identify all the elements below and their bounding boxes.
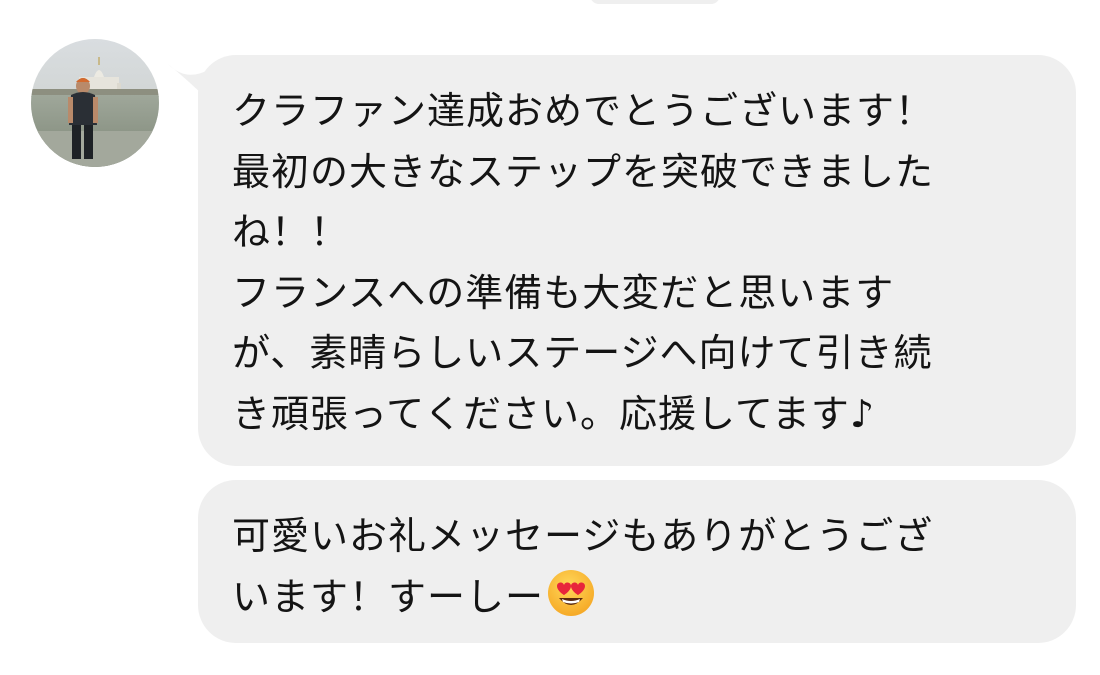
- message-last-line: います！すーしー: [232, 567, 1046, 628]
- message-bubble[interactable]: 可愛いお礼メッセージもありがとうござ います！すーしー: [198, 480, 1076, 643]
- heart-eyes-emoji-icon: [548, 569, 595, 616]
- message-text-line: フランスへの準備も大変だと思います: [232, 270, 895, 315]
- avatar-photo-icon: [31, 39, 159, 167]
- message-text-line: き頑張ってください。応援してます♪: [232, 391, 876, 436]
- message-text-line: います！すーしー: [232, 574, 545, 619]
- message-text-line: 最初の大きなステップを突破できました: [232, 149, 935, 194]
- message-text-line: が、素晴らしいステージへ向けて引き続: [232, 331, 933, 375]
- message-text-line: 可愛いお礼メッセージもありがとうござ: [232, 514, 934, 558]
- message-text-line: クラファン達成おめでとうございます！: [232, 89, 935, 133]
- message-text-line: ね！！: [232, 210, 350, 254]
- message-bubble[interactable]: クラファン達成おめでとうございます！ 最初の大きなステップを突破できました ね！…: [198, 55, 1076, 466]
- sender-avatar[interactable]: [31, 39, 159, 167]
- previous-message-bubble-edge: [590, 0, 720, 4]
- chat-screen: クラファン達成おめでとうございます！ 最初の大きなステップを突破できました ね！…: [0, 0, 1100, 675]
